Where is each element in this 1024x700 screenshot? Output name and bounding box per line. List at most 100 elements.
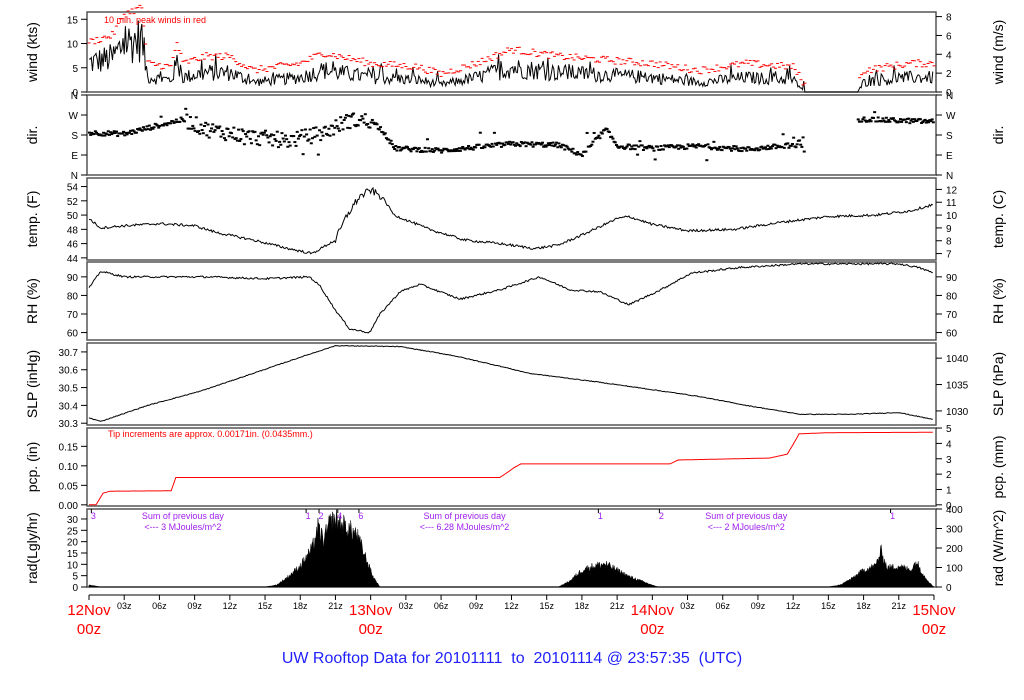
slp-left-tick-label: 30.3 (59, 419, 79, 430)
wind-direction-point (281, 137, 285, 140)
wind-direction-point (188, 116, 192, 119)
wind-direction-point (705, 159, 709, 162)
dir-right-tick-label: W (946, 111, 956, 122)
wind-direction-point (253, 130, 257, 133)
wind-direction-point (769, 147, 773, 150)
wind-direction-point (931, 121, 935, 124)
rad-right-tick-label: 400 (946, 505, 963, 516)
rh-line (88, 262, 933, 334)
x-tick-label: 18z (293, 601, 308, 611)
dir-right-tick-label: E (946, 151, 953, 162)
wind-direction-point (305, 133, 309, 136)
wind-direction-point (258, 144, 262, 147)
slp-left-tick-label: 30.7 (59, 348, 79, 359)
wind-direction-point (210, 127, 214, 130)
dir-ylabel-left: dir. (24, 126, 40, 145)
temp-left-tick-label: 46 (67, 240, 79, 251)
temp-ylabel-left: temp. (F) (24, 191, 40, 248)
wind-direction-point (426, 138, 429, 141)
x-tick-label: 21z (328, 601, 343, 611)
wind-direction-point (283, 134, 287, 137)
wind-direction-point (477, 143, 481, 146)
wind-direction-point (239, 138, 243, 141)
wind-direction-point (667, 146, 671, 149)
rad-right-tick-label: 100 (946, 564, 963, 575)
rh-ylabel-left: RH (%) (24, 278, 40, 324)
rh-right-tick-label: 90 (946, 273, 958, 284)
wind-left-tick-label: 10 (67, 40, 79, 51)
wind-direction-point (930, 118, 934, 121)
wind-direction-point (213, 129, 217, 132)
rad-number-label: 2 (659, 511, 664, 521)
rad-left-tick-label: 20 (67, 538, 79, 549)
wind-direction-point (565, 145, 569, 148)
wind-direction-point (168, 122, 172, 125)
wind-direction-point (272, 134, 276, 137)
wind-left-tick-label: 15 (67, 15, 79, 26)
wind-direction-point (415, 150, 419, 153)
wind-direction-point (273, 138, 277, 141)
wind-direction-point (787, 146, 791, 149)
rad-left-tick-label: 25 (67, 526, 79, 537)
wind-direction-point (423, 146, 427, 149)
wind-direction-point (375, 123, 379, 126)
wind-direction-point (194, 116, 198, 119)
wind-direction-point (590, 143, 594, 146)
wind-direction-point (873, 111, 877, 114)
wind-direction-point (333, 126, 337, 129)
wind-direction-point (600, 132, 604, 135)
wind-direction-point (706, 143, 710, 146)
wind-direction-point (316, 153, 320, 156)
pcp-left-tick-label: 0.05 (59, 481, 79, 492)
wind-direction-point (363, 113, 367, 116)
slp-line (88, 344, 933, 422)
daily-sum-label: Sum of previous day (705, 511, 788, 521)
rad-right-tick-label: 200 (946, 544, 963, 555)
wind-direction-point (611, 137, 615, 140)
x-tick-label: 03z (680, 601, 695, 611)
x-tick-label: 21z (610, 601, 625, 611)
wind-direction-point (557, 142, 561, 145)
wind-direction-point (633, 148, 637, 151)
day-label: 12Nov (67, 602, 111, 619)
wind-direction-point (337, 129, 341, 132)
temp-right-tick-label: 8 (946, 237, 952, 248)
wind-direction-point (295, 130, 299, 133)
wind-direction-point (490, 142, 494, 145)
wind-direction-point (640, 144, 644, 147)
slp-left-tick-label: 30.4 (59, 401, 79, 412)
rad-right-tick-label: 0 (946, 583, 952, 594)
rad-number-label: 2 (319, 511, 324, 521)
wind-right-tick-label: 4 (946, 50, 952, 61)
wind-direction-point (652, 149, 656, 152)
wind-direction-point (735, 147, 739, 150)
wind-direction-point (745, 149, 749, 152)
wind-direction-point (301, 153, 305, 156)
daily-sum-label: Sum of previous day (142, 511, 225, 521)
wind-direction-point (551, 141, 555, 144)
wind-direction-point (264, 129, 268, 132)
day-time-label: 00z (77, 621, 101, 638)
wind-direction-point (220, 130, 224, 133)
dir-left-tick-label: N (71, 91, 78, 102)
wind-direction-point (321, 134, 325, 137)
wind-direction-point (492, 131, 496, 134)
wind-direction-point (900, 120, 904, 123)
rh-right-tick-label: 60 (946, 329, 958, 340)
wind-direction-point (876, 116, 880, 119)
rh-right-tick-label: 70 (946, 310, 958, 321)
wind-direction-point (134, 131, 138, 134)
wind-direction-point (184, 107, 188, 110)
wind-direction-point (483, 146, 487, 149)
wind-direction-point (598, 137, 602, 140)
wind-direction-point (605, 127, 609, 130)
wind-direction-point (592, 131, 596, 134)
dir-ylabel-right: dir. (990, 126, 1006, 145)
wind-direction-point (327, 127, 331, 130)
rad-left-tick-label: 10 (67, 560, 79, 571)
wind-direction-point (884, 116, 888, 119)
wind-direction-point (339, 116, 343, 119)
wind-direction-point (152, 126, 156, 129)
wind-direction-point (440, 151, 444, 154)
slp-ylabel-right: SLP (hPa) (990, 352, 1006, 416)
